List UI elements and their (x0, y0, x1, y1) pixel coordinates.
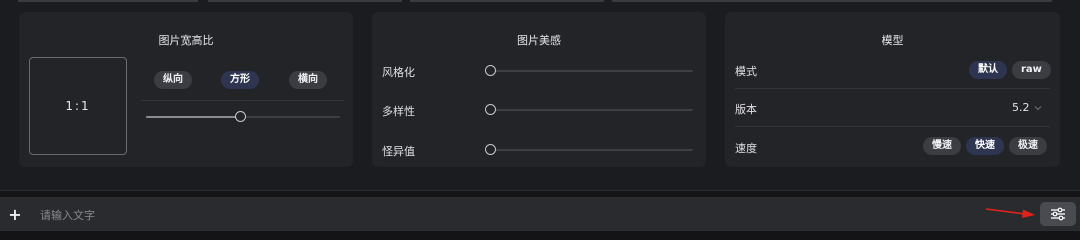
plus-icon[interactable]: + (6, 205, 24, 224)
orientation-portrait-button[interactable]: 纵向 (154, 71, 192, 89)
variety-label: 多样性 (382, 105, 415, 118)
aspect-ratio-title: 图片宽高比 (158, 34, 214, 47)
weird-label: 怪异值 (382, 145, 415, 158)
aesthetics-panel: 图片美感 风格化 多样性 怪异值 (372, 12, 706, 167)
weird-slider[interactable] (485, 144, 693, 155)
version-select[interactable]: 5.2 (1012, 101, 1030, 114)
aspect-ratio-slider-knob[interactable] (235, 111, 247, 122)
stylize-slider-knob[interactable] (485, 65, 496, 76)
prompt-bar: + (0, 197, 1080, 231)
sliders-icon (1051, 207, 1065, 221)
aspect-ratio-slider[interactable] (146, 111, 340, 122)
model-divider-2 (735, 126, 1050, 127)
settings-area: 图片宽高比 1:1 纵向 方形 横向 图片美感 风格化 多样性 怪异值 模型 模… (0, 0, 1080, 191)
aspect-ratio-panel: 图片宽高比 1:1 纵向 方形 横向 (19, 12, 353, 167)
model-divider-1 (735, 88, 1050, 89)
annotation-arrow-icon (985, 208, 1035, 218)
aspect-ratio-preview: 1:1 (29, 57, 127, 155)
mode-raw-button[interactable]: raw (1012, 61, 1051, 79)
top-strip (0, 0, 1080, 4)
model-title: 模型 (881, 34, 904, 47)
orientation-square-button[interactable]: 方形 (221, 71, 259, 89)
speed-label: 速度 (735, 142, 757, 155)
mode-default-button[interactable]: 默认 (969, 61, 1007, 79)
chevron-down-icon[interactable] (1033, 103, 1043, 113)
settings-button[interactable] (1040, 202, 1076, 226)
speed-fast-button[interactable]: 快速 (966, 137, 1004, 155)
aesthetics-title: 图片美感 (517, 34, 561, 47)
weird-slider-knob[interactable] (485, 144, 496, 155)
prompt-input[interactable] (38, 204, 942, 226)
model-panel: 模型 模式 默认 raw 版本 5.2 速度 慢速 快速 极速 (725, 12, 1060, 167)
orientation-landscape-button[interactable]: 横向 (289, 71, 327, 89)
variety-slider[interactable] (485, 104, 693, 115)
aspect-ratio-slider-fill (146, 116, 242, 118)
speed-relax-button[interactable]: 慢速 (923, 137, 961, 155)
stylize-label: 风格化 (382, 66, 415, 79)
mode-label: 模式 (735, 65, 757, 78)
variety-slider-knob[interactable] (485, 104, 496, 115)
version-label: 版本 (735, 103, 757, 116)
speed-turbo-button[interactable]: 极速 (1009, 137, 1047, 155)
aspect-divider (141, 100, 344, 101)
stylize-slider[interactable] (485, 65, 693, 76)
